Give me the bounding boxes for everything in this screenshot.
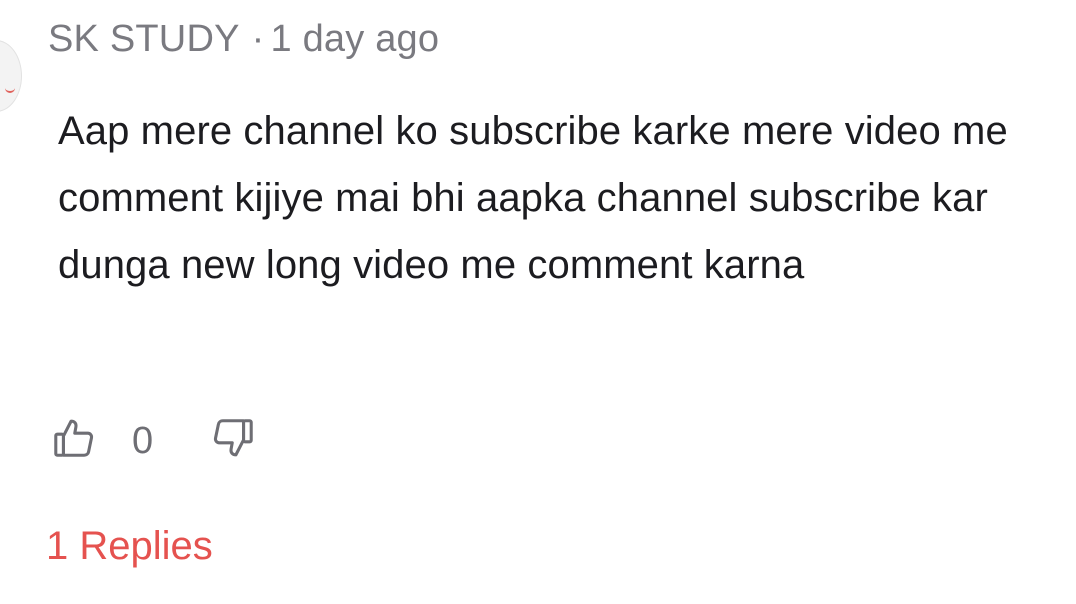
replies-link[interactable]: 1 Replies bbox=[46, 524, 213, 569]
author-name[interactable]: SK STUDY bbox=[48, 18, 240, 60]
dislike-button[interactable] bbox=[207, 412, 259, 464]
comment-actions: 0 bbox=[48, 412, 259, 464]
comment-text: Aap mere channel ko subscribe karke mere… bbox=[58, 109, 1008, 287]
avatar[interactable] bbox=[0, 40, 22, 112]
comment-meta: SK STUDY · 1 day ago bbox=[48, 18, 439, 61]
thumbs-up-icon bbox=[54, 419, 94, 457]
comment-card: SK STUDY · 1 day ago Aap mere channel ko s… bbox=[0, 0, 1076, 604]
like-button[interactable] bbox=[48, 412, 100, 464]
avatar-mark bbox=[5, 83, 15, 93]
like-count: 0 bbox=[132, 419, 154, 462]
timestamp: 1 day ago bbox=[270, 18, 440, 60]
thumbs-down-icon bbox=[214, 419, 253, 457]
meta-separator: · bbox=[251, 18, 265, 60]
